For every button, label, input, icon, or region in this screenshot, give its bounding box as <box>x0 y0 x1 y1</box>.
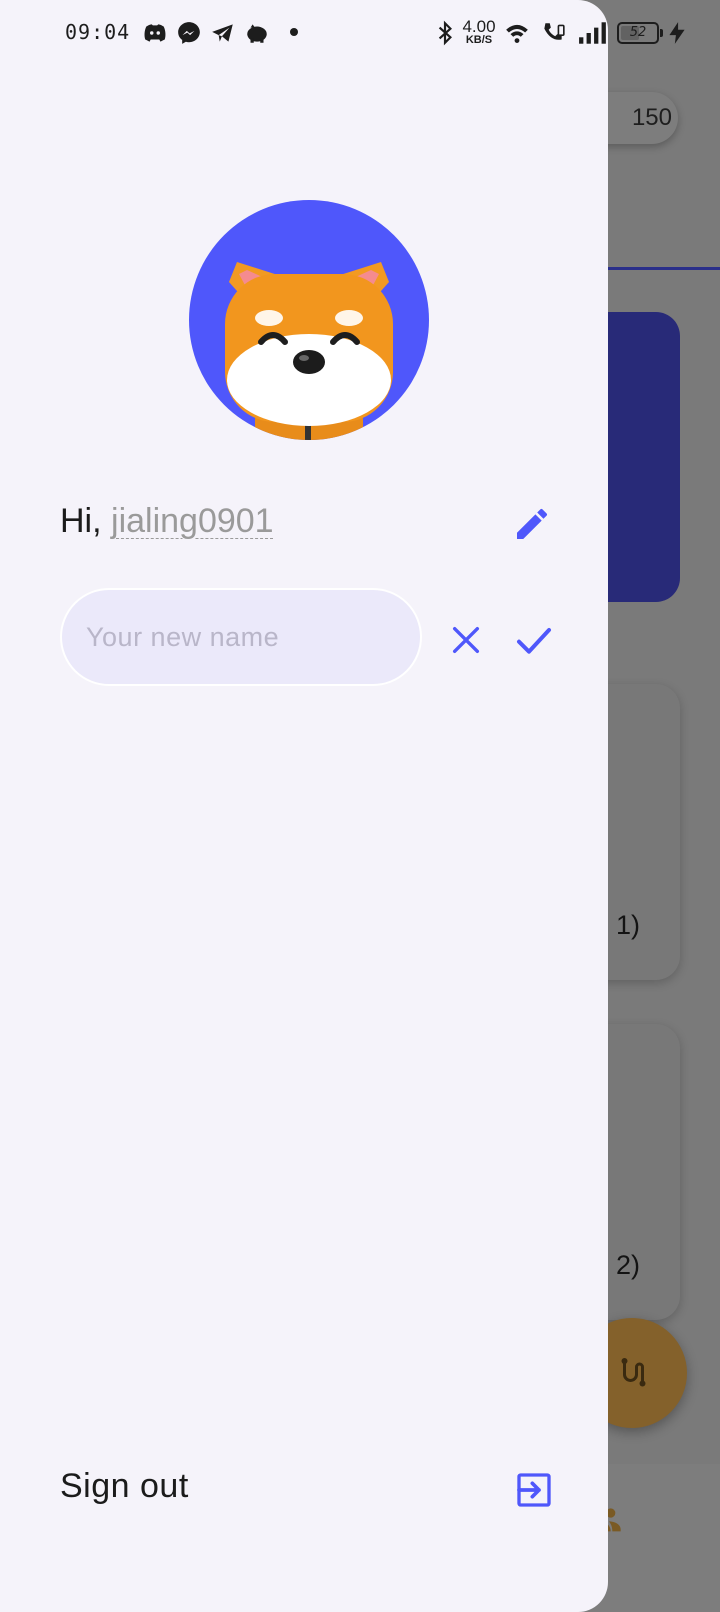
status-time: 09:04 <box>65 20 131 44</box>
piggy-bank-icon <box>247 24 267 43</box>
more-dot-icon <box>290 28 298 36</box>
exit-icon <box>517 1473 551 1507</box>
greeting: Hi, jialing0901 <box>60 502 274 541</box>
net-speed-value: 4.00 <box>462 17 496 36</box>
card-label: 1) <box>615 910 640 940</box>
points-value: 150 <box>631 104 672 131</box>
cancel-button[interactable] <box>440 614 492 666</box>
wifi-calling-icon <box>544 23 565 40</box>
navigation-drawer: Hi, jialing0901 Sign out <box>0 0 608 1612</box>
new-name-input[interactable] <box>60 588 422 686</box>
route-icon <box>621 1358 646 1387</box>
battery-tip <box>660 29 663 37</box>
tab-indicator <box>600 267 720 270</box>
wifi-icon <box>506 24 528 43</box>
avatar[interactable] <box>189 200 429 440</box>
bluetooth-icon <box>438 20 452 46</box>
status-bar: 09:04 4.00 KB/S 52 <box>0 0 720 66</box>
username: jialing0901 <box>111 502 274 540</box>
net-speed-unit: KB/S <box>465 34 493 46</box>
shiba-dog-avatar-icon <box>225 262 393 440</box>
check-icon <box>517 628 551 654</box>
network-speed: 4.00 KB/S <box>459 18 499 46</box>
charging-icon <box>669 22 685 44</box>
messenger-icon <box>178 22 200 44</box>
pencil-icon <box>517 508 547 539</box>
sign-out-button[interactable] <box>506 1462 562 1518</box>
battery-level: 52 <box>629 25 647 40</box>
battery-icon: 52 <box>617 22 659 44</box>
telegram-icon <box>212 24 233 42</box>
close-icon <box>452 626 480 654</box>
discord-icon <box>144 24 166 42</box>
confirm-button[interactable] <box>508 614 560 666</box>
sign-out-label[interactable]: Sign out <box>60 1467 189 1506</box>
greeting-prefix: Hi, <box>60 502 102 540</box>
signal-icon <box>579 22 606 44</box>
edit-name-button[interactable] <box>508 500 556 548</box>
